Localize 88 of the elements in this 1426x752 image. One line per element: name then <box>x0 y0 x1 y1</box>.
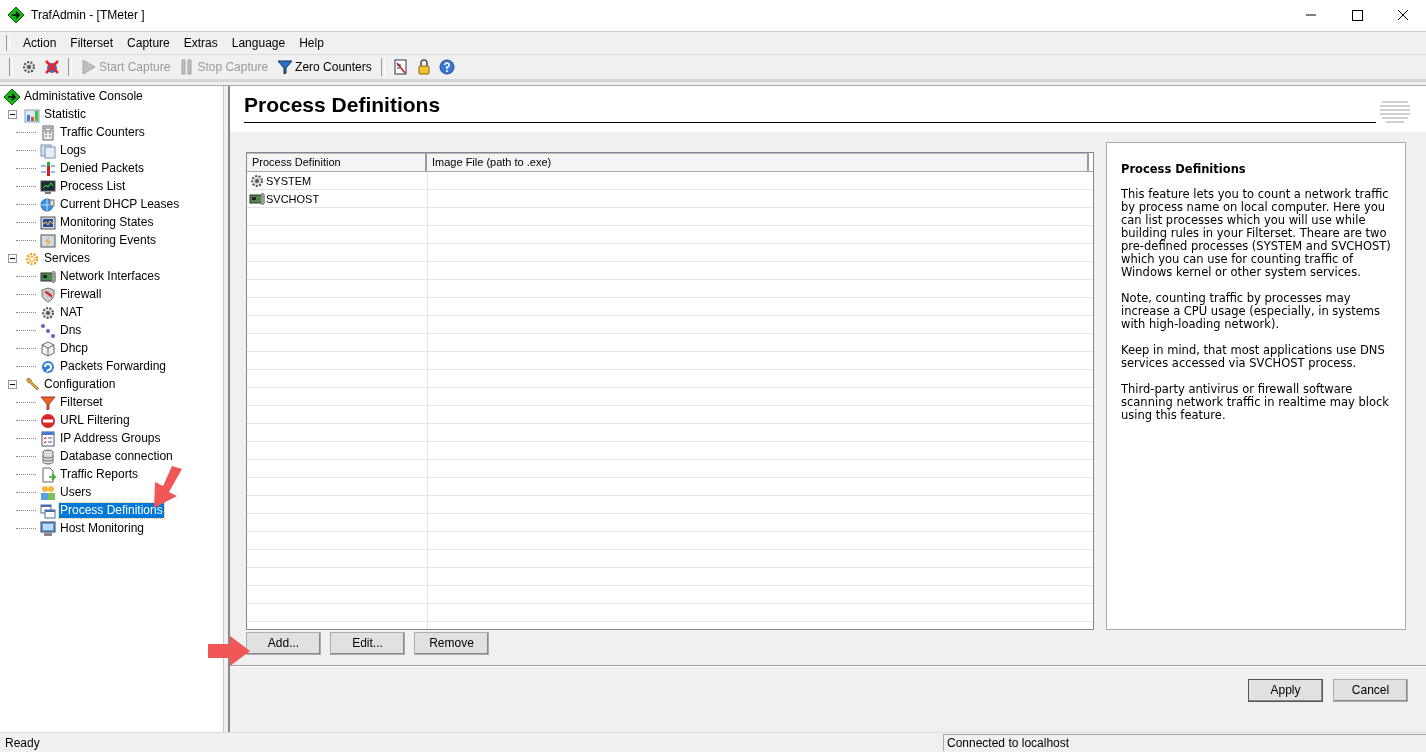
funnel-icon <box>40 394 56 411</box>
log-files-icon <box>40 142 56 159</box>
tree-item[interactable]: Services <box>43 251 91 266</box>
menu-item[interactable]: Extras <box>176 33 225 52</box>
network-card-icon <box>40 268 56 285</box>
help-icon[interactable] <box>438 58 455 75</box>
globe-icon <box>40 196 56 213</box>
cube-icon <box>40 340 56 357</box>
column-header[interactable]: Image File (path to .exe) <box>427 152 1089 171</box>
connection-status: Connected to localhost <box>943 734 1426 752</box>
tree-item[interactable]: Denied Packets <box>59 161 146 176</box>
tree-item[interactable]: Filterset <box>59 395 104 410</box>
action-button[interactable]: Remove <box>414 631 489 655</box>
users-icon <box>40 484 56 501</box>
monitor-icon <box>40 178 56 195</box>
tree-item[interactable]: Logs <box>59 143 88 158</box>
expand-toggle[interactable] <box>8 380 17 389</box>
info-paragraph: Note, counting traffic by processes may increase a CPU usage (especially, in systems with high-loading network). <box>1121 291 1381 331</box>
status-message: Ready <box>4 735 41 750</box>
window-title: TrafAdmin - [TMeter ] <box>31 8 145 23</box>
page-title: Process Definitions <box>244 92 441 117</box>
tree-item[interactable]: Monitoring States <box>59 215 155 230</box>
close-icon[interactable] <box>1397 9 1409 21</box>
shield-icon <box>40 286 56 303</box>
padlock-icon[interactable] <box>415 58 432 75</box>
menu-item[interactable]: Action <box>16 33 64 52</box>
action-button[interactable]: Edit... <box>330 631 405 655</box>
monitor-icon <box>40 520 56 537</box>
tree-item[interactable]: Process List <box>59 179 127 194</box>
play-icon <box>81 58 97 75</box>
tree-item[interactable]: Host Monitoring <box>59 521 146 536</box>
menu-item[interactable]: Language <box>224 33 293 52</box>
column-header[interactable]: Process Definition <box>247 152 427 171</box>
database-icon <box>40 448 56 465</box>
dialog-button[interactable]: Cancel <box>1333 678 1408 702</box>
stop-sign-icon <box>40 412 56 429</box>
info-paragraph: Third-party antivirus or firewall software scanning network traffic in realtime may block using this feature. <box>1121 382 1390 422</box>
tree-item[interactable]: Current DHCP Leases <box>59 197 181 212</box>
windows-icon <box>40 502 56 519</box>
tree-item[interactable]: IP Address Groups <box>59 431 162 446</box>
info-paragraph: This feature lets you to count a network traffic by process name on local computer. Here you can list processes which you will use while building rules in your Filterset. Theare are two pre-defined processes (SYSTEM and SVCHOST) which you can use for counting traffic of Windows kernel or other system services. <box>1121 187 1391 279</box>
table-cell: SVCHOST <box>247 190 427 207</box>
tree-item[interactable]: Packets Forwarding <box>59 359 168 374</box>
annotation-arrow <box>208 636 250 666</box>
tree-item[interactable]: Traffic Reports <box>59 467 140 482</box>
gear-icon[interactable] <box>21 58 37 75</box>
dns-icon <box>40 322 56 339</box>
dialog-button[interactable]: Apply <box>1248 678 1323 702</box>
maximize-icon[interactable] <box>1351 9 1363 21</box>
bar-chart-icon <box>24 106 40 123</box>
expand-toggle[interactable] <box>8 254 17 263</box>
tree-item[interactable]: URL Filtering <box>59 413 131 428</box>
tree-item[interactable]: Process Definitions <box>59 503 164 518</box>
menu-item[interactable]: Filterset <box>63 33 121 52</box>
tree-item[interactable]: NAT <box>59 305 85 320</box>
tree-item[interactable]: Configuration <box>43 377 117 392</box>
checklist-icon <box>40 430 56 447</box>
wrench-icon <box>24 376 40 393</box>
tree-item[interactable]: Administative Console <box>23 89 144 104</box>
menu-item[interactable]: Help <box>292 33 331 52</box>
gear-cross-icon[interactable] <box>44 58 60 75</box>
info-title: Process Definitions <box>1121 162 1247 176</box>
tree-item[interactable]: Firewall <box>59 287 103 302</box>
diamond-icon <box>4 88 20 105</box>
gear-icon <box>24 250 40 267</box>
tree-item[interactable]: Users <box>59 485 93 500</box>
diamond-icon <box>8 7 24 24</box>
tree-item[interactable]: Monitoring Events <box>59 233 158 248</box>
menu-item[interactable]: Capture <box>120 33 177 52</box>
tree-item[interactable]: Traffic Counters <box>59 125 146 140</box>
tree-item[interactable]: Dns <box>59 323 83 338</box>
action-button[interactable]: Add... <box>246 631 321 655</box>
tree-item[interactable]: Dhcp <box>59 341 89 356</box>
gear-icon <box>40 304 56 321</box>
tree-item[interactable]: Statistic <box>43 107 87 122</box>
calculator-icon <box>40 124 56 141</box>
funnel-icon <box>277 58 294 75</box>
table-cell: SYSTEM <box>247 172 427 189</box>
monitor-icon <box>40 214 56 231</box>
tree-item[interactable]: Database connection <box>59 449 174 464</box>
toolbar-button[interactable]: Zero Counters <box>274 57 375 76</box>
report-icon[interactable] <box>392 58 409 75</box>
expand-toggle[interactable] <box>8 110 17 119</box>
info-paragraph: Keep in mind, that most applications use DNS services accessed via SVCHOST process. <box>1121 343 1386 370</box>
event-window-icon <box>40 232 56 249</box>
document-icon <box>40 466 56 483</box>
blocked-arrows-icon <box>40 160 56 177</box>
tree-item[interactable]: Network Interfaces <box>59 269 162 284</box>
